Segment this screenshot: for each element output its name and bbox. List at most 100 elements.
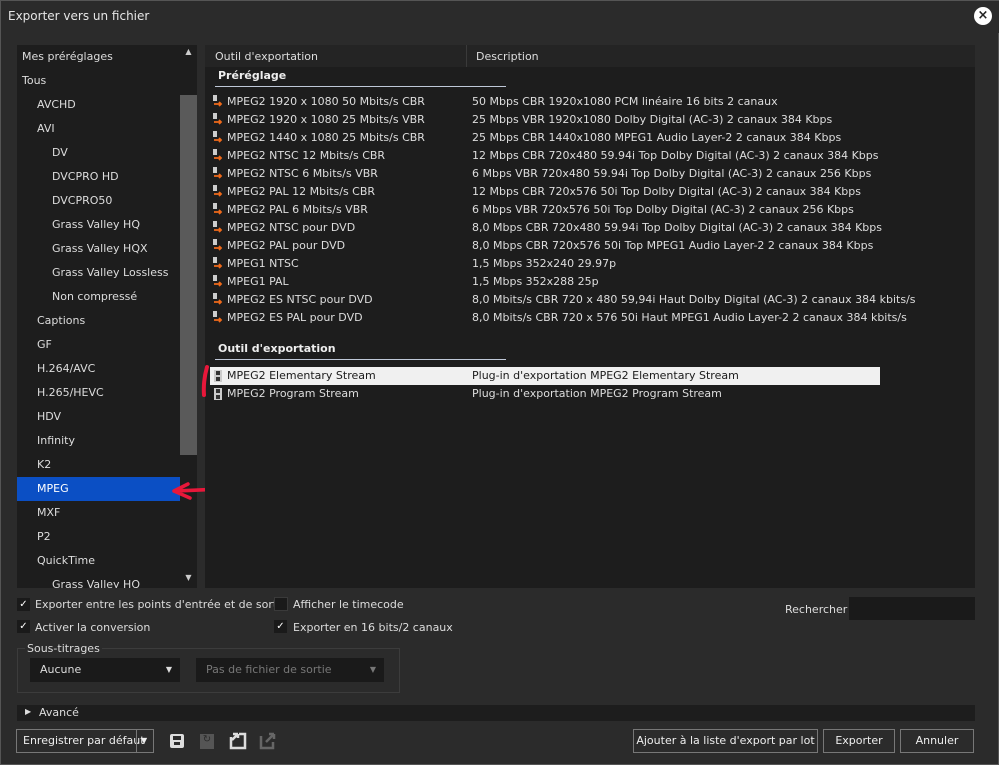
row-name: MPEG2 ES NTSC pour DVD [227,293,373,306]
row-name: MPEG2 Elementary Stream [227,369,376,382]
preset-row[interactable]: MPEG2 PAL pour DVD 8,0 Mbps CBR 720x576 5… [210,237,880,255]
preset-row[interactable]: MPEG1 PAL 1,5 Mbps 352x288 25p [210,273,880,291]
tree-item[interactable]: DVCPRO HD [17,165,180,189]
tree-item[interactable]: Non compressé [17,285,180,309]
tree-item[interactable]: QuickTime [17,549,180,573]
tree-item[interactable]: DVCPRO50 [17,189,180,213]
enable-conversion-checkbox[interactable]: ✓ [17,620,30,633]
preset-export-icon [213,167,223,179]
row-name: MPEG1 NTSC [227,257,299,270]
row-name: MPEG2 NTSC 12 Mbits/s CBR [227,149,386,162]
preset-export-icon [213,239,223,251]
search-input[interactable] [849,597,975,620]
tree-item[interactable]: H.265/HEVC [17,381,180,405]
tree-item[interactable]: HDV [17,405,180,429]
row-name: MPEG2 NTSC 6 Mbits/s VBR [227,167,378,180]
import-icon[interactable] [228,730,248,750]
scroll-thumb[interactable] [180,95,197,455]
subtitles-title: Sous-titrages [25,642,102,655]
tree-item[interactable]: Mes préréglages [17,45,180,69]
scroll-down-icon[interactable]: ▼ [180,573,197,582]
preset-row[interactable]: MPEG1 NTSC 1,5 Mbps 352x240 29.97p [210,255,880,273]
row-name: MPEG2 PAL 6 Mbits/s VBR [227,203,368,216]
scroll-up-icon[interactable]: ▲ [180,47,197,56]
tree-item[interactable]: MPEG [17,477,180,501]
film-icon [214,388,222,400]
advanced-expander[interactable]: ▶ Avancé [17,705,975,721]
tree-item[interactable]: MXF [17,501,180,525]
title-bar: Exporter vers un fichier × [1,1,999,33]
category-tree: Grass Valley HQ QuickTime P2 MXF MPEG K2 Infin… [17,45,197,588]
tree-item[interactable]: AVCHD [17,93,180,117]
row-description: 6 Mbps VBR 720x480 59.94i Top Dolby Digi… [472,167,872,180]
row-name: MPEG2 NTSC pour DVD [227,221,356,234]
row-description: 12 Mbps CBR 720x480 59.94i Top Dolby Dig… [472,149,879,162]
preset-row[interactable]: MPEG2 1440 x 1080 25 Mbits/s CBR 25 Mbps … [210,129,880,147]
tree-item[interactable]: Grass Valley HQ [17,213,180,237]
export-preset-icon[interactable] [258,730,278,750]
subtitle-type-dropdown[interactable]: Aucune ▼ [30,658,180,682]
row-description: 12 Mbps CBR 720x576 50i Top Dolby Digita… [472,185,862,198]
row-description: Plug-in d'exportation MPEG2 Elementary S… [472,369,739,382]
film-icon [214,370,222,382]
row-name: MPEG2 1920 x 1080 50 Mbits/s CBR [227,95,425,108]
tree-item[interactable]: AVI [17,117,180,141]
preset-export-icon [213,185,223,197]
row-description: Plug-in d'exportation MPEG2 Program Stre… [472,387,722,400]
preset-row[interactable]: MPEG2 1920 x 1080 25 Mbits/s VBR 25 Mbps … [210,111,880,129]
preset-export-icon [213,131,223,143]
preset-row[interactable]: MPEG2 NTSC 6 Mbits/s VBR 6 Mbps VBR 720x4… [210,165,880,183]
tree-item[interactable]: Grass Valley Lossless [17,261,180,285]
row-description: 8,0 Mbps CBR 720x576 50i Top MPEG1 Audio… [472,239,874,252]
row-description: 25 Mbps VBR 1920x1080 Dolby Digital (AC-… [472,113,833,126]
tree-item[interactable]: Grass Valley HQ [17,573,180,588]
preset-row[interactable]: MPEG2 NTSC 12 Mbits/s CBR 12 Mbps CBR 720… [210,147,880,165]
row-name: MPEG2 PAL 12 Mbits/s CBR [227,185,376,198]
row-name: MPEG2 ES PAL pour DVD [227,311,363,324]
save-default-label: Enregistrer par défaut [23,734,145,747]
cancel-button[interactable]: Annuler [900,729,974,753]
preset-export-icon [213,95,223,107]
preset-export-icon [213,221,223,233]
chevron-down-icon: ▼ [165,665,172,674]
export-16bit-checkbox[interactable]: ✓ [274,620,287,633]
tools-section-title: Outil d'exportation [218,342,336,355]
export-tool-row[interactable]: MPEG2 Elementary Stream Plug-in d'exporta… [210,367,880,385]
preset-row[interactable]: MPEG2 1920 x 1080 50 Mbits/s CBR 50 Mbps … [210,93,880,111]
tree-item[interactable]: Infinity [17,429,180,453]
save-default-dropdown[interactable]: Enregistrer par défaut ▼ [16,729,154,753]
preset-export-icon [213,311,223,323]
export-inout-checkbox[interactable]: ✓ [17,598,30,611]
export-button[interactable]: Exporter [823,729,895,753]
preset-row[interactable]: MPEG2 PAL 6 Mbits/s VBR 6 Mbps VBR 720x57… [210,201,880,219]
preset-row[interactable]: MPEG2 NTSC pour DVD 8,0 Mbps CBR 720x480 … [210,219,882,237]
close-icon[interactable]: × [974,7,992,25]
tree-item[interactable]: P2 [17,525,180,549]
chevron-down-icon: ▼ [369,665,376,674]
window-title: Exporter vers un fichier [8,9,150,23]
tree-item[interactable]: H.264/AVC [17,357,180,381]
export-tool-row[interactable]: MPEG2 Program Stream Plug-in d'exportatio… [210,385,880,403]
chevron-down-icon[interactable]: ▼ [141,730,147,752]
tree-item[interactable]: Grass Valley HQX [17,237,180,261]
preset-row[interactable]: MPEG2 ES NTSC pour DVD 8,0 Mbits/s CBR 72… [210,291,916,309]
add-batch-button[interactable]: Ajouter à la liste d'export par lot [633,729,818,753]
show-timecode-checkbox[interactable] [274,597,288,611]
subtitle-file-dropdown[interactable]: Pas de fichier de sortie ▼ [196,658,384,682]
tree-item[interactable]: Captions [17,309,180,333]
tree-item[interactable]: GF [17,333,180,357]
tree-item[interactable]: DV [17,141,180,165]
col-tool-header[interactable]: Outil d'exportation [215,50,318,63]
preset-row[interactable]: MPEG2 ES PAL pour DVD 8,0 Mbits/s CBR 720… [210,309,907,327]
tree-item[interactable]: K2 [17,453,180,477]
save-icon[interactable] [170,734,184,748]
preset-row[interactable]: MPEG2 PAL 12 Mbits/s CBR 12 Mbps CBR 720x… [210,183,880,201]
tree-item[interactable]: Tous [17,69,180,93]
delete-preset-icon[interactable]: ↻ [200,734,214,749]
preset-export-icon [213,113,223,125]
row-description: 8,0 Mbits/s CBR 720 x 480 59,94i Haut Do… [472,293,916,306]
col-desc-header[interactable]: Description [476,50,539,63]
export-16bit-label: Exporter en 16 bits/2 canaux [293,621,453,634]
row-description: 50 Mbps CBR 1920x1080 PCM linéaire 16 bi… [472,95,778,108]
row-description: 6 Mbps VBR 720x576 50i Top Dolby Digital… [472,203,854,216]
